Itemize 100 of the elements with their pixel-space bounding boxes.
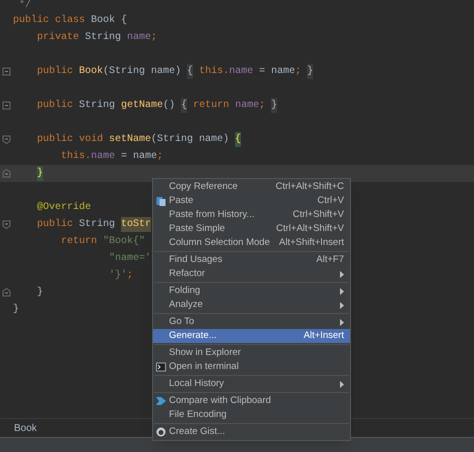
code-text: ()	[163, 98, 176, 113]
menu-item-label: Paste from History...	[169, 208, 256, 222]
matched-brace: {	[235, 132, 242, 147]
menu-item[interactable]: Compare with Clipboard	[153, 394, 350, 408]
code-keyword: private	[37, 30, 80, 45]
menu-item[interactable]: Open in terminal	[153, 360, 350, 374]
shortcut-label: Ctrl+Alt+Shift+C	[276, 180, 344, 194]
code-string: '}'	[109, 268, 128, 283]
menu-item-label: Find Usages	[169, 252, 224, 267]
code-text: (String name)	[103, 64, 182, 79]
menu-item[interactable]: Paste Ctrl+V	[153, 194, 350, 208]
folded-brace: }	[271, 98, 278, 113]
menu-item[interactable]: Analyze	[153, 298, 350, 312]
code-keyword: public	[37, 64, 74, 79]
fold-marker-icon[interactable]	[2, 288, 11, 297]
fold-marker-icon[interactable]	[2, 101, 11, 110]
code-text: String	[79, 98, 116, 113]
code-method: Book	[79, 64, 104, 79]
code-keyword: public	[37, 218, 74, 232]
menu-item-label: Analyze	[169, 298, 204, 312]
fold-marker-icon[interactable]	[2, 135, 11, 144]
menu-item-label: Compare with Clipboard	[169, 394, 272, 408]
highlighted-identifier: toStr	[121, 217, 152, 232]
code-text: = name	[120, 150, 158, 164]
code-keyword: ;	[157, 150, 164, 164]
code-keyword: return	[192, 99, 230, 113]
code-keyword: public	[37, 98, 74, 113]
code-method: getName	[121, 99, 164, 113]
folded-brace: {	[187, 64, 194, 79]
menu-item[interactable]: Paste from History... Ctrl+Shift+V	[153, 208, 350, 222]
compare-arrows-icon	[156, 396, 166, 406]
clipboard-icon	[156, 196, 166, 206]
menu-item[interactable]: Paste Simple Ctrl+Alt+Shift+V	[153, 222, 350, 236]
terminal-icon	[156, 362, 166, 372]
code-text: String	[79, 218, 116, 232]
code-text: }	[37, 286, 44, 300]
code-keyword: this.	[198, 64, 230, 79]
menu-item[interactable]: File Encoding	[153, 408, 350, 422]
code-keyword: this.	[61, 150, 92, 164]
menu-item[interactable]: Create Gist...	[153, 425, 350, 439]
menu-item-label: Paste	[169, 194, 194, 208]
code-field: name	[127, 30, 152, 45]
folded-brace: }	[307, 64, 314, 79]
menu-item[interactable]: Show in Explorer	[153, 346, 350, 360]
submenu-arrow-icon	[340, 318, 344, 326]
menu-item[interactable]: Local History	[153, 377, 350, 391]
code-keyword: return	[61, 235, 98, 249]
code-field: name	[91, 149, 116, 164]
menu-item-label: Local History	[169, 376, 225, 391]
menu-item-label: File Encoding	[169, 408, 228, 422]
code-field: name	[229, 64, 254, 79]
code-method: setName	[109, 133, 152, 147]
menu-item-label: Generate...	[169, 328, 218, 343]
menu-item-label: Folding	[169, 284, 202, 298]
shortcut-label: Ctrl+V	[317, 194, 344, 208]
submenu-arrow-icon	[340, 380, 344, 388]
fold-marker-icon[interactable]	[2, 67, 11, 76]
code-keyword: ;	[151, 31, 158, 45]
matched-brace: }	[37, 166, 44, 181]
code-text: = name	[258, 65, 296, 79]
code-text: Book	[91, 14, 116, 28]
code-string: "Book{"	[103, 234, 146, 249]
fold-marker-icon[interactable]	[2, 169, 11, 178]
code-field: name	[235, 98, 260, 113]
code-keyword: public void	[37, 132, 104, 147]
fold-marker-icon[interactable]	[2, 220, 11, 229]
submenu-arrow-icon	[340, 270, 344, 278]
code-annotation: @Override	[37, 200, 92, 215]
shortcut-label: Alt+F7	[316, 252, 344, 267]
menu-item[interactable]: Refactor	[153, 267, 350, 281]
breadcrumb-item[interactable]: Book	[14, 420, 37, 436]
folded-brace: {	[181, 98, 188, 113]
shortcut-label: Alt+Insert	[304, 328, 344, 343]
code-text: String	[85, 30, 122, 45]
menu-item-label: Show in Explorer	[169, 346, 242, 360]
menu-item-label: Go To	[169, 314, 196, 329]
menu-item[interactable]: Folding	[153, 284, 350, 298]
code-keyword: ;	[295, 65, 302, 79]
code-text: }	[13, 302, 20, 317]
menu-item[interactable]: Copy Reference Ctrl+Alt+Shift+C	[153, 180, 350, 194]
code-text: (String name)	[151, 132, 230, 147]
menu-item-label: Column Selection Mode	[169, 236, 271, 250]
menu-item[interactable]: Generate... Alt+Insert	[153, 329, 350, 343]
shortcut-label: Alt+Shift+Insert	[279, 236, 344, 250]
menu-item-label: Create Gist...	[169, 424, 226, 439]
menu-item[interactable]: Find Usages Alt+F7	[153, 253, 350, 267]
code-string: "name='	[109, 252, 152, 266]
menu-item-label: Copy Reference	[169, 180, 239, 194]
menu-item[interactable]: Column Selection Mode Alt+Shift+Insert	[153, 236, 350, 250]
code-keyword: ;	[259, 99, 266, 113]
menu-item-label: Paste Simple	[169, 222, 226, 236]
menu-item-label: Open in terminal	[169, 360, 240, 374]
menu-item-label: Refactor	[169, 266, 206, 281]
shortcut-label: Ctrl+Alt+Shift+V	[276, 222, 344, 236]
code-keyword: ;	[127, 269, 134, 283]
shortcut-label: Ctrl+Shift+V	[292, 208, 344, 222]
code-text: {	[120, 14, 128, 28]
menu-item[interactable]: Go To	[153, 315, 350, 329]
code-comment: */	[19, 0, 32, 12]
code-keyword: public class	[13, 14, 86, 28]
